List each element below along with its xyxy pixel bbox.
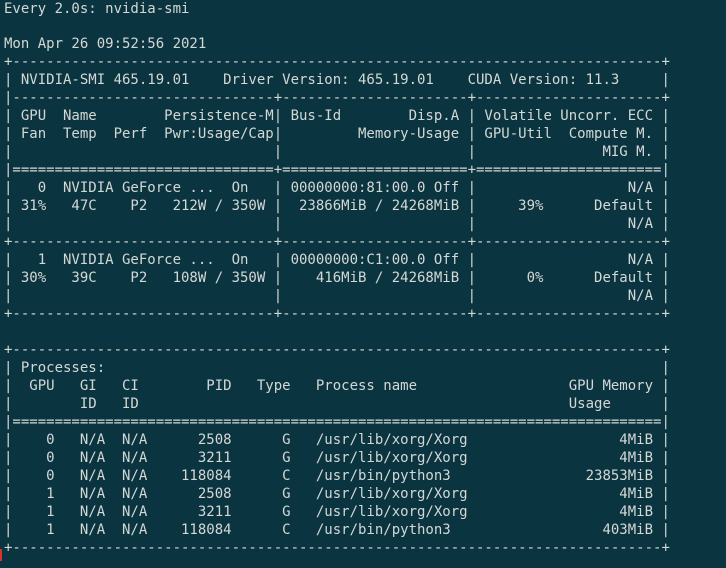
terminal-window[interactable]: Every 2.0s: nvidia-smi Mon Apr 26 09:52:… bbox=[0, 0, 726, 568]
process-row: | 1 N/A N/A 118084 C /usr/bin/python3 40… bbox=[4, 522, 670, 538]
table-border-top: +---------------------------------------… bbox=[4, 54, 670, 70]
gpu-0-row-1: | 0 NVIDIA GeForce ... On | 00000000:81:… bbox=[4, 180, 670, 196]
gpu-header-row-1: | GPU Name Persistence-M| Bus-Id Disp.A … bbox=[4, 108, 670, 124]
nvidia-smi-output: Mon Apr 26 09:52:56 2021 +--------------… bbox=[4, 35, 726, 557]
gpu-0-row-3: | | | N/A | bbox=[4, 216, 670, 232]
version-info-line: | NVIDIA-SMI 465.19.01 Driver Version: 4… bbox=[4, 72, 670, 88]
gpu-1-row-3: | | | N/A | bbox=[4, 288, 670, 304]
processes-border-top: +---------------------------------------… bbox=[4, 342, 670, 358]
table-border-bottom: +-------------------------------+-------… bbox=[4, 306, 670, 322]
watch-header: Every 2.0s: nvidia-smi bbox=[4, 1, 190, 17]
processes-border-bottom: +---------------------------------------… bbox=[4, 540, 670, 556]
gpu-1-row-2: | 30% 39C P2 108W / 350W | 416MiB / 2426… bbox=[4, 270, 670, 286]
timestamp-line: Mon Apr 26 09:52:56 2021 bbox=[4, 36, 207, 52]
process-row: | 0 N/A N/A 2508 G /usr/lib/xorg/Xorg 4M… bbox=[4, 432, 670, 448]
gpu-header-row-3: | | | MIG M. | bbox=[4, 144, 670, 160]
processes-header-row-1: | GPU GI CI PID Type Process name GPU Me… bbox=[4, 378, 670, 394]
processes-double-separator: |=======================================… bbox=[4, 414, 670, 430]
processes-header-row-2: | ID ID Usage | bbox=[4, 396, 670, 412]
process-row: | 1 N/A N/A 2508 G /usr/lib/xorg/Xorg 4M… bbox=[4, 486, 670, 502]
gpu-1-row-1: | 1 NVIDIA GeForce ... On | 00000000:C1:… bbox=[4, 252, 670, 268]
gpu-header-row-2: | Fan Temp Perf Pwr:Usage/Cap| Memory-Us… bbox=[4, 126, 670, 142]
table-separator: +-------------------------------+-------… bbox=[4, 234, 670, 250]
table-double-separator: |===============================+=======… bbox=[4, 162, 670, 178]
table-separator: |-------------------------------+-------… bbox=[4, 90, 670, 106]
processes-title: | Processes: | bbox=[4, 360, 670, 376]
gpu-0-row-2: | 31% 47C P2 212W / 350W | 23866MiB / 24… bbox=[4, 198, 670, 214]
process-row: | 1 N/A N/A 3211 G /usr/lib/xorg/Xorg 4M… bbox=[4, 504, 670, 520]
process-row: | 0 N/A N/A 118084 C /usr/bin/python3 23… bbox=[4, 468, 670, 484]
process-row: | 0 N/A N/A 3211 G /usr/lib/xorg/Xorg 4M… bbox=[4, 450, 670, 466]
cursor-marker bbox=[0, 549, 2, 561]
